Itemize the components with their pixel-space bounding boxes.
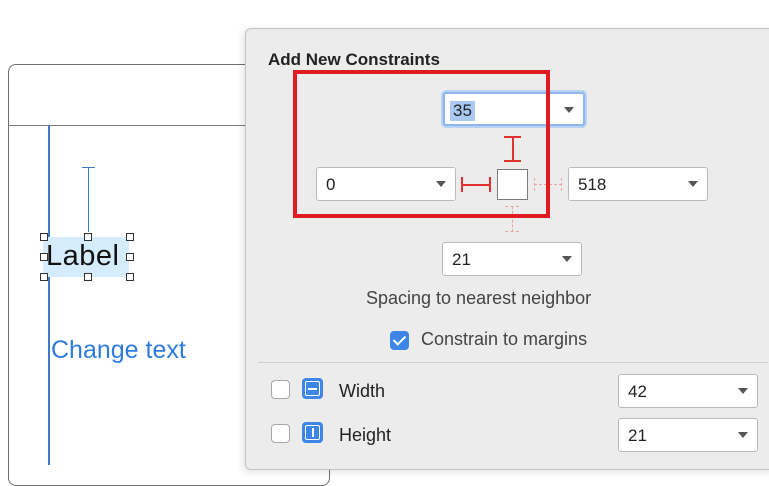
leading-margin-guide bbox=[48, 125, 50, 465]
trailing-spacing-field[interactable]: 518 bbox=[568, 167, 708, 201]
label-element[interactable]: Label bbox=[46, 240, 119, 273]
resize-handle-top[interactable] bbox=[84, 233, 92, 241]
resize-handle-bottom[interactable] bbox=[84, 273, 92, 281]
section-divider bbox=[258, 362, 768, 363]
width-value[interactable]: 42 bbox=[628, 382, 647, 402]
spacing-caption: Spacing to nearest neighbor bbox=[366, 288, 592, 308]
resize-handle-top-left[interactable] bbox=[40, 233, 48, 241]
bottom-constraint-toggle-cap-bottom[interactable] bbox=[505, 231, 519, 232]
resize-handle-left[interactable] bbox=[40, 253, 48, 261]
width-checkbox[interactable] bbox=[271, 380, 290, 399]
height-icon-bar bbox=[312, 428, 314, 437]
height-value-field[interactable]: 21 bbox=[618, 418, 758, 452]
width-value-field[interactable]: 42 bbox=[618, 374, 758, 408]
constrain-to-margins-checkbox[interactable] bbox=[390, 331, 409, 350]
chevron-down-icon[interactable] bbox=[688, 181, 698, 187]
popover-title: Add New Constraints bbox=[268, 50, 440, 69]
resize-handle-bottom-right[interactable] bbox=[126, 273, 134, 281]
top-constraint-line bbox=[88, 167, 89, 232]
width-label[interactable]: Width bbox=[339, 381, 385, 402]
chevron-down-icon[interactable] bbox=[738, 388, 748, 394]
resize-handle-top-right[interactable] bbox=[126, 233, 134, 241]
annotation-highlight-box bbox=[293, 70, 550, 218]
change-text-button[interactable]: Change text bbox=[51, 336, 186, 365]
trailing-constraint-toggle-cap-right[interactable] bbox=[561, 178, 562, 191]
navigation-bar-divider bbox=[8, 125, 253, 126]
bottom-spacing-field[interactable]: 21 bbox=[442, 242, 582, 276]
width-constraint-icon bbox=[302, 378, 323, 399]
resize-handle-bottom-left[interactable] bbox=[40, 273, 48, 281]
constrain-to-margins-label[interactable]: Constrain to margins bbox=[421, 329, 587, 350]
chevron-down-icon[interactable] bbox=[738, 432, 748, 438]
chevron-down-icon[interactable] bbox=[564, 107, 574, 113]
height-value[interactable]: 21 bbox=[628, 426, 647, 446]
resize-handle-right[interactable] bbox=[126, 253, 134, 261]
chevron-down-icon[interactable] bbox=[562, 256, 572, 262]
height-label[interactable]: Height bbox=[339, 425, 391, 446]
height-checkbox[interactable] bbox=[271, 424, 290, 443]
trailing-spacing-value[interactable]: 518 bbox=[578, 175, 606, 195]
height-constraint-icon bbox=[302, 422, 323, 443]
bottom-spacing-value[interactable]: 21 bbox=[452, 250, 471, 270]
width-icon-bar bbox=[308, 388, 317, 390]
